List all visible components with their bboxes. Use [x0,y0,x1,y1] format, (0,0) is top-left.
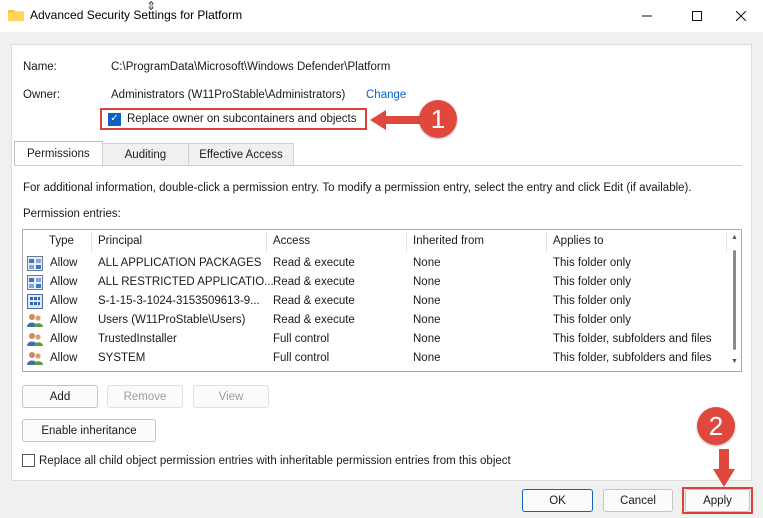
cell-inherited-from: None [413,276,441,288]
tab-strip: Permissions Auditing Effective Access [14,141,294,165]
cell-type: Allow [50,276,78,288]
checkmark-icon: ✓ [108,112,121,126]
column-header-type[interactable]: Type [49,235,74,247]
callout-badge-2: 2 [697,407,735,445]
owner-label: Owner: [23,89,61,101]
users-group-icon [27,351,43,366]
callout-arrow-down-icon [713,449,735,487]
cell-applies-to: This folder only [553,295,631,307]
cell-inherited-from: None [413,257,441,269]
list-header: Type Principal Access Inherited from App… [23,230,731,254]
replace-owner-checkbox[interactable]: ✓ Replace owner on subcontainers and obj… [100,108,367,130]
cell-inherited-from: None [413,314,441,326]
change-owner-link[interactable]: Change [366,89,406,101]
callout-badge-1: 1 [419,100,457,138]
name-value: C:\ProgramData\Microsoft\Windows Defende… [111,61,391,73]
permission-entry-row[interactable]: Allow ALL APPLICATION PACKAGES Read & exec… [23,254,731,273]
cell-type: Allow [50,257,78,269]
permission-entry-row[interactable]: Allow S-1-15-3-1024-3153509613-9... Read &… [23,292,731,311]
replace-child-permissions-label: Replace all child object permission entr… [39,454,511,467]
maximize-icon [692,11,702,21]
cell-access: Full control [273,333,330,345]
cell-applies-to: This folder only [553,314,631,326]
scroll-down-icon[interactable]: ▼ [731,358,738,365]
column-header-inherited-from[interactable]: Inherited from [413,235,484,247]
permission-entry-row[interactable]: Allow Users (W11ProStable\Users) Read & ex… [23,311,731,330]
permission-entries-label: Permission entries: [23,208,121,220]
list-vertical-scrollbar[interactable]: ▲ ▼ [729,230,741,371]
mouse-cursor-icon: ⇕ [146,0,157,13]
remove-button[interactable]: Remove [107,385,183,408]
column-header-principal[interactable]: Principal [98,235,142,247]
name-label: Name: [23,61,57,73]
users-group-icon [27,332,43,347]
replace-child-permissions-checkbox[interactable]: Replace all child object permission entr… [22,454,511,467]
package-group-icon [27,256,43,271]
ok-button[interactable]: OK [522,489,593,512]
permission-entry-row[interactable]: Allow TrustedInstaller Full control None Thi… [23,330,731,349]
tab-divider [14,165,742,166]
tab-auditing[interactable]: Auditing [101,143,190,165]
cell-access: Read & execute [273,295,355,307]
owner-value: Administrators (W11ProStable\Administrat… [111,89,346,101]
cell-applies-to: This folder, subfolders and files [553,333,712,345]
close-button[interactable] [718,0,763,32]
folder-icon [8,10,24,21]
add-button[interactable]: Add [22,385,98,408]
replace-owner-label: Replace owner on subcontainers and objec… [127,113,357,125]
users-group-icon [27,313,43,328]
cell-applies-to: This folder only [553,276,631,288]
cell-access: Read & execute [273,276,355,288]
cell-access: Read & execute [273,257,355,269]
cell-type: Allow [50,352,78,364]
minimize-icon [642,15,652,17]
permission-entry-row[interactable]: Allow ALL RESTRICTED APPLICATIO... Read & … [23,273,731,292]
cell-inherited-from: None [413,333,441,345]
cell-applies-to: This folder only [553,257,631,269]
cell-access: Full control [273,352,330,364]
checkbox-box [22,454,35,467]
cell-type: Allow [50,295,78,307]
enable-inheritance-button[interactable]: Enable inheritance [22,419,156,442]
column-header-access[interactable]: Access [273,235,310,247]
capability-sid-icon [27,294,43,309]
callout-arrow-left-icon [370,110,422,130]
package-group-icon [27,275,43,290]
cell-principal: ALL APPLICATION PACKAGES [98,257,262,269]
maximize-button[interactable] [674,0,720,32]
cell-inherited-from: None [413,295,441,307]
cell-principal: TrustedInstaller [98,333,177,345]
permission-entry-row[interactable]: Allow SYSTEM Full control None This folder, … [23,349,731,368]
apply-highlight-box [682,487,753,514]
permission-entries-list[interactable]: Type Principal Access Inherited from App… [22,229,742,372]
cell-access: Read & execute [273,314,355,326]
title-bar: Advanced Security Settings for Platform … [0,0,763,32]
cancel-button[interactable]: Cancel [603,489,673,512]
cell-principal: Users (W11ProStable\Users) [98,314,246,326]
cell-inherited-from: None [413,352,441,364]
cell-applies-to: This folder, subfolders and files [553,352,712,364]
close-icon [736,11,746,21]
cell-principal: S-1-15-3-1024-3153509613-9... [98,295,260,307]
tab-permissions[interactable]: Permissions [14,141,103,165]
minimize-button[interactable] [624,0,670,32]
permissions-info-text: For additional information, double-click… [23,182,692,194]
scrollbar-thumb[interactable] [733,250,736,350]
tab-effective-access[interactable]: Effective Access [188,143,294,165]
window-title: Advanced Security Settings for Platform [30,8,243,22]
scroll-up-icon[interactable]: ▲ [731,234,738,241]
view-button[interactable]: View [193,385,269,408]
cell-type: Allow [50,333,78,345]
cell-type: Allow [50,314,78,326]
column-header-applies-to[interactable]: Applies to [553,235,604,247]
cell-principal: SYSTEM [98,352,146,364]
cell-principal: ALL RESTRICTED APPLICATIO... [98,276,274,288]
